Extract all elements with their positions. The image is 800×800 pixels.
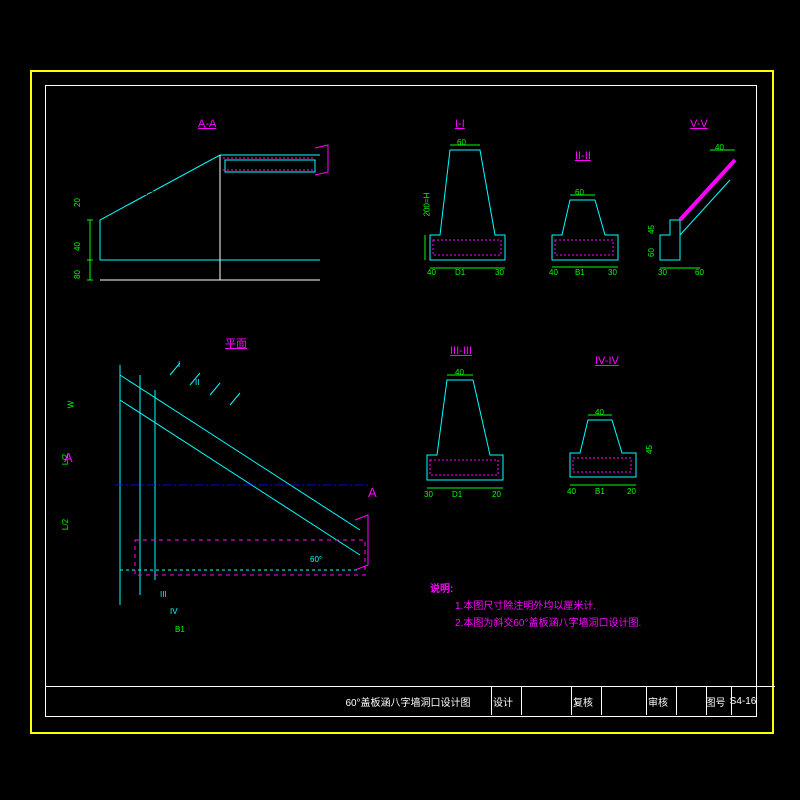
- i-i-bm: D1: [455, 268, 465, 277]
- plan-l1: L/2: [61, 454, 70, 465]
- iv-iv-bl: 40: [567, 487, 576, 496]
- v-v-top: 40: [715, 143, 724, 152]
- i-i-top: 60: [457, 138, 466, 147]
- iv-iv-h: 45: [645, 445, 654, 454]
- i-i-bl: 40: [427, 268, 436, 277]
- plan-label: 平面: [225, 335, 247, 351]
- v-v-v2: 60: [647, 248, 656, 257]
- tb-design-val: [515, 687, 572, 715]
- iv-iv-br: 20: [627, 487, 636, 496]
- plan-ii: II: [195, 378, 199, 387]
- notes-heading: 说明:: [430, 580, 453, 595]
- iv-iv-top: 40: [595, 408, 604, 417]
- tb-title: 60°盖板涵八字墙洞口设计图: [325, 687, 492, 715]
- iv-iv-drawing: [560, 415, 660, 495]
- iv-iv-label: IV-IV: [595, 355, 619, 367]
- ii-ii-bl: 40: [549, 268, 558, 277]
- section-aa-label: A-A: [198, 118, 216, 130]
- plan-i: I: [178, 360, 180, 369]
- plan-drawing: [80, 355, 370, 625]
- ii-ii-top: 60: [575, 188, 584, 197]
- iii-iii-label: III-III: [450, 345, 472, 357]
- v-v-drawing: [650, 150, 750, 275]
- plan-w: W: [66, 401, 75, 409]
- i-i-label: I-I: [455, 118, 465, 130]
- notes-line2: 2.本图为斜交60°盖板涵八字墙洞口设计图.: [455, 614, 641, 629]
- plan-iv: IV: [170, 607, 178, 616]
- plan-angle: 60°: [310, 555, 322, 564]
- iii-iii-bm: D1: [452, 490, 462, 499]
- plan-iii: III: [160, 590, 167, 599]
- v-v-br: 60: [695, 268, 704, 277]
- v-v-label: V-V: [690, 118, 708, 130]
- i-i-drawing: [415, 145, 525, 275]
- ii-ii-bm: B1: [575, 268, 585, 277]
- title-block: 60°盖板涵八字墙洞口设计图 设计 复核 审核 图号 S4-16: [45, 686, 775, 715]
- aa-dim-v1: 20: [73, 198, 82, 207]
- plan-l2: L/2: [61, 519, 70, 530]
- v-v-bl: 30: [658, 268, 667, 277]
- i-i-br: 30: [495, 268, 504, 277]
- section-aa-drawing: 1:1.5: [80, 140, 330, 300]
- ii-ii-br: 30: [608, 268, 617, 277]
- notes-line1: 1.本图尺寸除注明外均以厘米计.: [455, 597, 596, 612]
- ii-ii-drawing: [540, 195, 640, 275]
- svg-text:1:1.5: 1:1.5: [135, 187, 155, 197]
- aa-dim-v2: 40: [73, 242, 82, 251]
- iii-iii-top: 40: [455, 368, 464, 377]
- plan-a-right: A: [368, 485, 377, 500]
- v-v-v1: 45: [647, 225, 656, 234]
- iv-iv-bm: B1: [595, 487, 605, 496]
- ii-ii-label: II-II: [575, 150, 591, 162]
- plan-b1: B1: [175, 625, 185, 634]
- i-i-h: 200=H: [422, 193, 431, 217]
- iii-iii-bl: 30: [424, 490, 433, 499]
- iii-iii-drawing: [415, 375, 525, 495]
- tb-number: S4-16: [725, 687, 761, 715]
- iii-iii-br: 20: [492, 490, 501, 499]
- aa-dim-v3: 80: [73, 270, 82, 279]
